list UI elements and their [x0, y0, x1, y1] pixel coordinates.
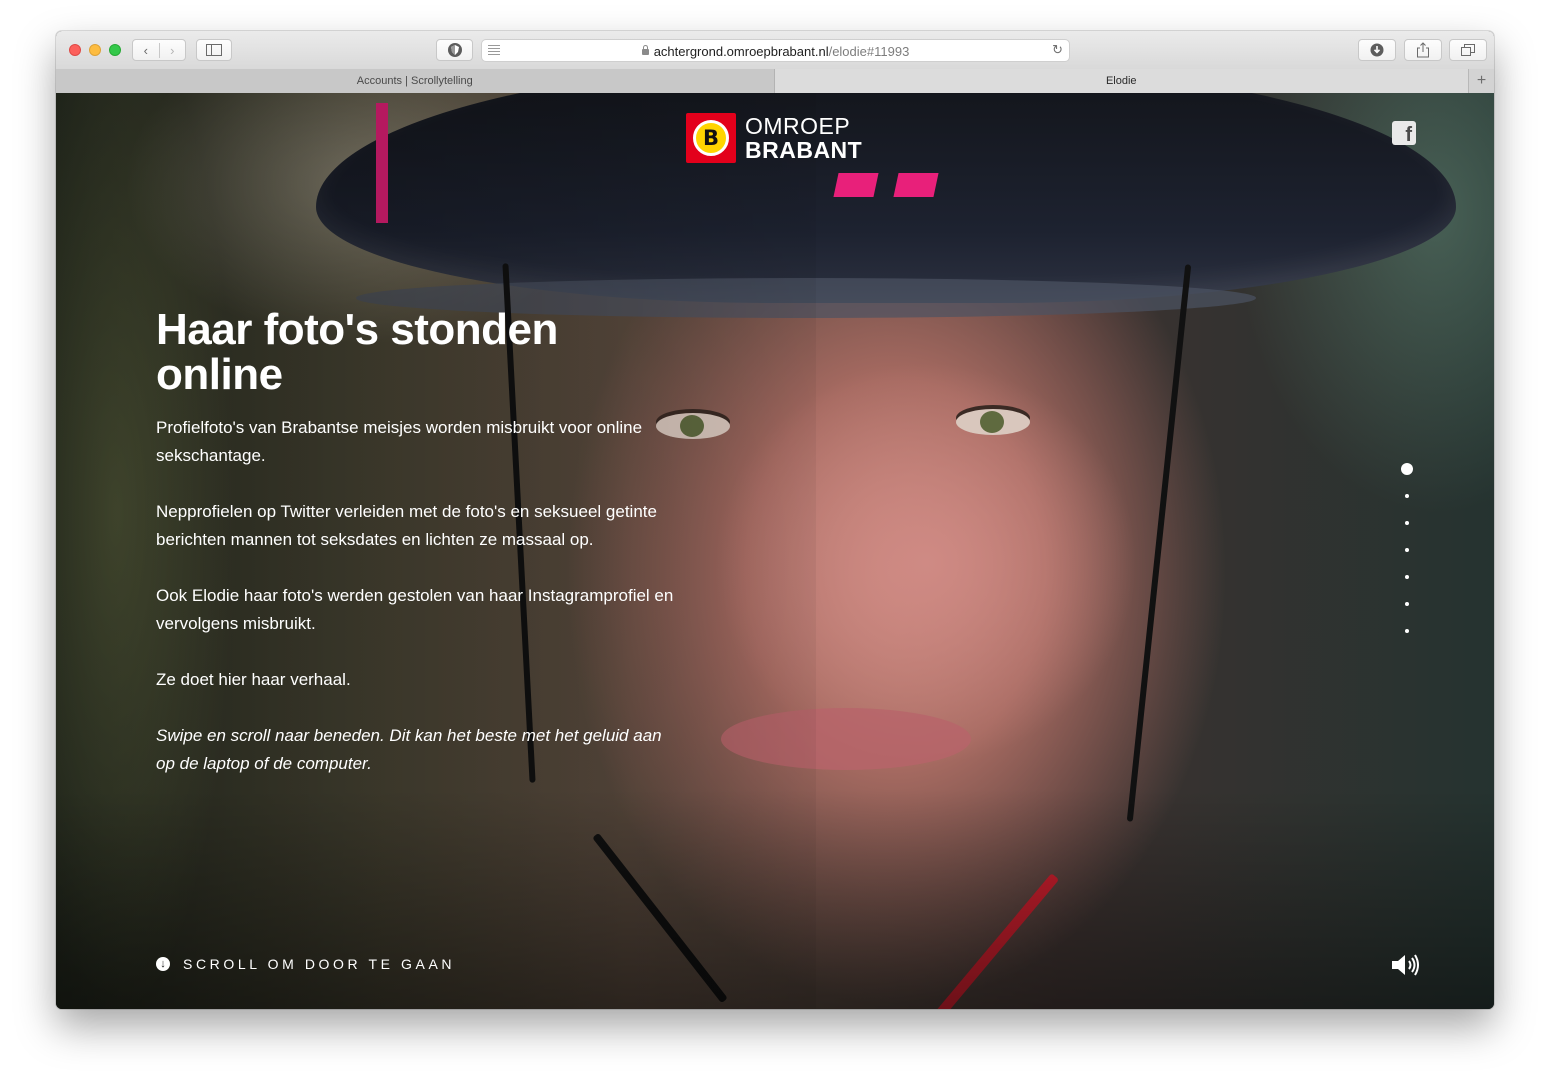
share-icon — [1417, 42, 1429, 58]
scroll-cta[interactable]: ↓ SCROLL OM DOOR TE GAAN — [156, 956, 455, 972]
logo-wordmark: OMROEP BRABANT — [745, 114, 862, 162]
speaker-icon[interactable] — [1390, 953, 1420, 977]
omroep-brabant-logo[interactable]: B OMROEP BRABANT — [686, 112, 862, 164]
browser-window: ‹ › achtergrond.omroepbrabant.nl/elodie#… — [56, 31, 1494, 1009]
tab-bar: Accounts | Scrollytelling Elodie + — [56, 69, 1494, 94]
download-icon — [1370, 43, 1384, 57]
page-content: B OMROEP BRABANT f Haar foto's stonden o… — [56, 93, 1494, 1009]
scroll-cta-label: SCROLL OM DOOR TE GAAN — [183, 956, 456, 972]
tab-elodie[interactable]: Elodie — [774, 69, 1469, 93]
url-path: /elodie#11993 — [828, 44, 910, 59]
section-dot[interactable] — [1405, 629, 1409, 633]
section-dot[interactable] — [1405, 575, 1409, 579]
zoom-window-button[interactable] — [109, 44, 121, 56]
navigation-buttons: ‹ › — [132, 39, 186, 61]
share-button[interactable] — [1404, 39, 1442, 61]
tab-label: Elodie — [1105, 75, 1137, 87]
tab-accounts-scrollytelling[interactable]: Accounts | Scrollytelling — [56, 69, 775, 93]
close-window-button[interactable] — [69, 44, 81, 56]
url-host: achtergrond.omroepbrabant.nl — [653, 44, 829, 59]
logo-line-2: BRABANT — [745, 137, 863, 163]
section-dot[interactable] — [1405, 521, 1409, 525]
logo-badge: B — [686, 113, 736, 163]
section-dot[interactable] — [1405, 548, 1409, 552]
new-tab-button[interactable]: + — [1468, 69, 1494, 93]
url-text: achtergrond.omroepbrabant.nl/elodie#1199… — [482, 44, 1069, 59]
lock-icon — [641, 45, 649, 55]
tab-label: Accounts | Scrollytelling — [356, 75, 473, 87]
shield-icon — [447, 43, 462, 57]
facebook-icon[interactable]: f — [1392, 121, 1416, 145]
sidebar-icon — [206, 44, 222, 56]
minimize-window-button[interactable] — [89, 44, 101, 56]
intro-paragraph: Nepprofielen op Twitter verleiden met de… — [156, 502, 657, 549]
sidebar-toggle-button[interactable] — [196, 39, 232, 61]
downloads-button[interactable] — [1358, 39, 1396, 61]
reload-icon[interactable]: ↻ — [1052, 42, 1063, 58]
back-icon[interactable]: ‹ — [133, 43, 159, 58]
arrow-down-icon: ↓ — [156, 957, 170, 971]
intro-paragraph: Ze doet hier haar verhaal. — [156, 670, 351, 689]
section-dot[interactable] — [1401, 463, 1413, 475]
section-dot[interactable] — [1405, 494, 1409, 498]
privacy-extension-button[interactable] — [436, 39, 473, 61]
intro-paragraph: Ook Elodie haar foto's werden gestolen v… — [156, 586, 674, 633]
intro-text-block: Haar foto's stonden online Profielfoto's… — [156, 307, 676, 778]
address-bar[interactable]: achtergrond.omroepbrabant.nl/elodie#1199… — [481, 39, 1070, 62]
page-title: Haar foto's stonden online — [156, 305, 558, 399]
browser-toolbar: ‹ › achtergrond.omroepbrabant.nl/elodie#… — [56, 31, 1494, 70]
tabs-icon — [1461, 44, 1475, 56]
instruction-text: Swipe en scroll naar beneden. Dit kan he… — [156, 726, 662, 773]
logo-letter: B — [693, 120, 729, 156]
intro-paragraph: Profielfoto's van Brabantse meisjes word… — [156, 418, 643, 465]
section-dot[interactable] — [1405, 602, 1409, 606]
logo-line-1: OMROEP — [745, 113, 851, 139]
tab-overview-button[interactable] — [1449, 39, 1487, 61]
forward-icon[interactable]: › — [158, 42, 186, 58]
